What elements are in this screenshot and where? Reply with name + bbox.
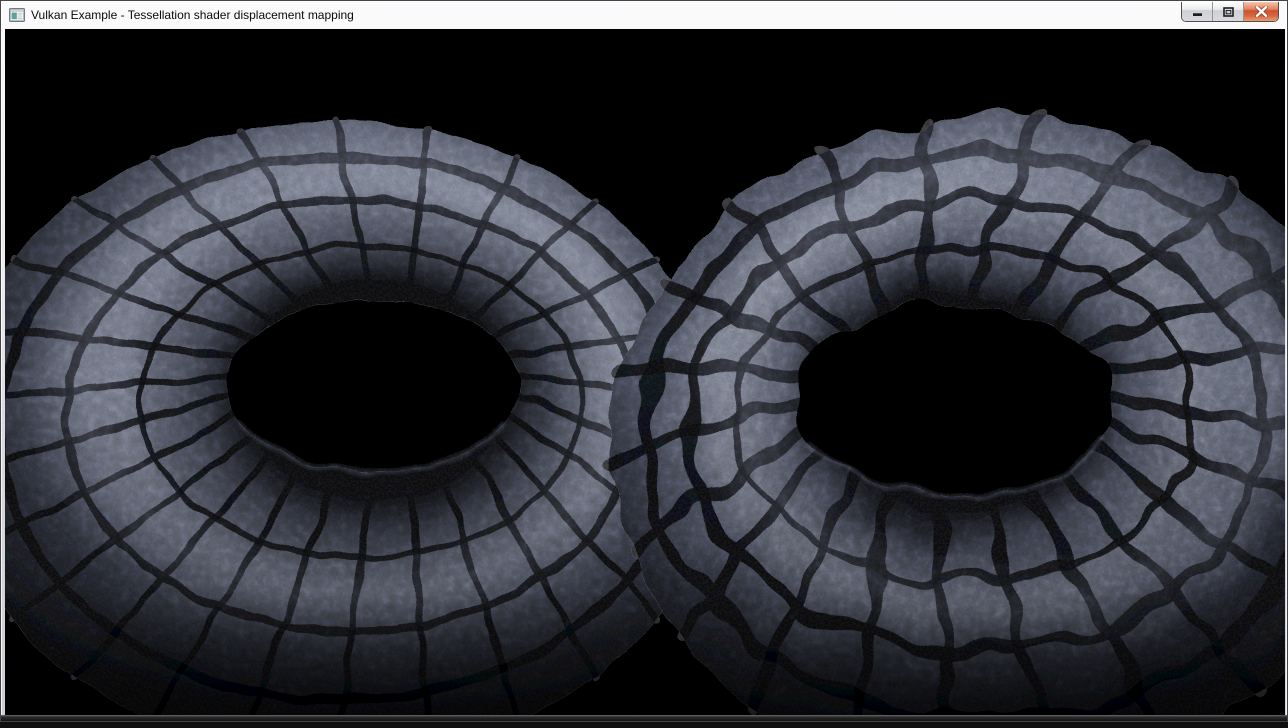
close-icon [1255,6,1268,17]
bottom-shadow-fade [5,589,1285,717]
titlebar[interactable]: Vulkan Example - Tessellation shader dis… [2,2,1286,28]
close-button[interactable] [1243,2,1278,21]
maximize-button[interactable] [1212,2,1243,21]
scene-canvas [5,29,1285,717]
app-window: Vulkan Example - Tessellation shader dis… [0,0,1288,722]
screen: Vulkan Example - Tessellation shader dis… [0,0,1288,728]
maximize-icon [1223,7,1234,17]
window-controls [1181,2,1279,22]
minimize-button[interactable] [1182,2,1212,21]
vulkan-render-viewport[interactable] [5,29,1285,717]
desktop-edge-strip [1,715,1287,721]
window-title: Vulkan Example - Tessellation shader dis… [31,8,354,22]
minimize-icon [1192,7,1203,17]
application-icon [9,7,25,23]
